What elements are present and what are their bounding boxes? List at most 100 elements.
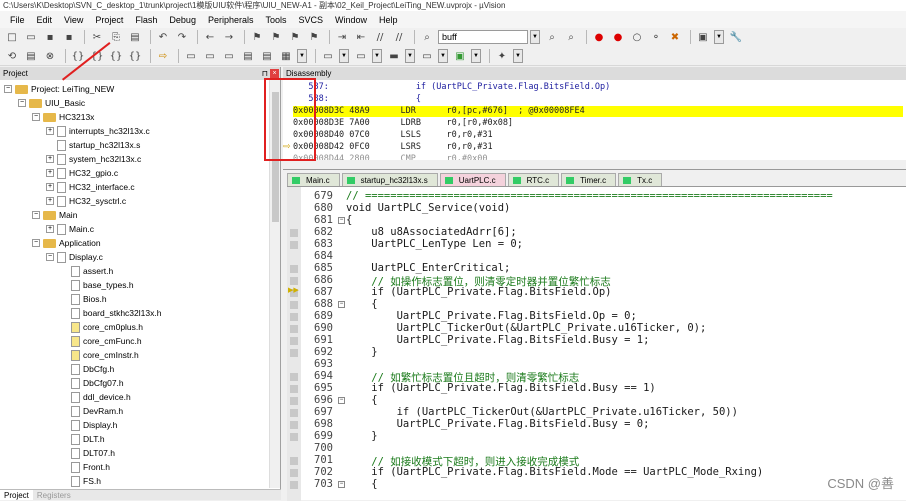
expand-icon[interactable]: + [46, 183, 54, 191]
executable-line-marker[interactable] [290, 409, 298, 417]
executable-line-marker[interactable] [290, 325, 298, 333]
code-line[interactable]: UartPLC_TickerOut(&UartPLC_Private.u16Ti… [346, 322, 706, 334]
registers-window-icon[interactable]: ▤ [240, 49, 256, 64]
fold-icon[interactable]: − [338, 217, 345, 224]
nav-forward-icon[interactable]: → [221, 30, 237, 45]
save-icon[interactable]: ▪ [42, 30, 58, 45]
tree-item[interactable]: −UIU_Basic [18, 96, 85, 110]
executable-line-marker[interactable] [290, 265, 298, 273]
fold-icon[interactable]: − [338, 481, 345, 488]
executable-line-marker[interactable] [290, 241, 298, 249]
tab-project[interactable]: Project [0, 490, 33, 500]
executable-line-marker[interactable] [290, 433, 298, 441]
trace-window-icon[interactable]: ▭ [419, 49, 435, 64]
watch-window-dropdown-icon[interactable]: ▼ [297, 49, 307, 63]
menu-flash[interactable]: Flash [129, 15, 163, 25]
code-line[interactable]: if (UartPLC_TickerOut(&UartPLC_Private.u… [346, 406, 738, 418]
tree-item[interactable]: −Main [32, 208, 77, 222]
breakpoint-enable-icon[interactable]: ○ [629, 30, 645, 45]
memory-window-icon[interactable]: ▭ [320, 49, 336, 64]
expand-icon[interactable]: + [46, 127, 54, 135]
step-out-icon[interactable]: {} [108, 49, 124, 64]
executable-line-marker[interactable] [290, 373, 298, 381]
memory-window-dropdown-icon[interactable]: ▼ [339, 49, 349, 63]
toolbox-dropdown-icon[interactable]: ▼ [513, 49, 523, 63]
tree-item[interactable]: −Application [32, 236, 101, 250]
editor-tab[interactable]: startup_hc32l13x.s [342, 173, 438, 186]
tree-item[interactable]: ddl_device.h [60, 390, 131, 404]
analysis-window-icon[interactable]: ▬ [386, 49, 402, 64]
tree-item[interactable]: DbCfg.h [60, 362, 114, 376]
menu-tools[interactable]: Tools [259, 15, 292, 25]
tree-item[interactable]: core_cm0plus.h [60, 320, 143, 334]
find-in-files-icon[interactable]: ⌕ [419, 30, 435, 45]
menu-debug[interactable]: Debug [163, 15, 202, 25]
code-line[interactable]: if (UartPLC_Private.Flag.BitsField.Mode … [346, 466, 763, 478]
tree-item[interactable]: +interrupts_hc32l13x.c [46, 124, 150, 138]
tree-item[interactable]: core_cmFunc.h [60, 334, 142, 348]
editor-tab[interactable]: Tx.c [618, 173, 662, 186]
symbols-window-icon[interactable]: ▭ [221, 49, 237, 64]
copy-icon[interactable]: ⎘ [108, 30, 124, 45]
executable-line-marker[interactable] [290, 301, 298, 309]
code-line[interactable]: UartPLC_Private.Flag.BitsField.Op = 0; [346, 310, 637, 322]
menu-file[interactable]: File [4, 15, 31, 25]
expand-icon[interactable]: + [46, 197, 54, 205]
executable-line-marker[interactable] [290, 229, 298, 237]
stop-icon[interactable]: ⊗ [42, 49, 58, 64]
collapse-icon[interactable]: − [32, 239, 40, 247]
code-line[interactable]: { [346, 298, 378, 310]
code-line[interactable]: { [346, 214, 352, 226]
tree-item[interactable]: Display.h [60, 418, 117, 432]
analysis-window-dropdown-icon[interactable]: ▼ [405, 49, 415, 63]
code-line[interactable]: u8 u8AssociatedAdrr[6]; [346, 226, 517, 238]
find-dropdown-icon[interactable]: ▼ [530, 30, 540, 44]
collapse-icon[interactable]: − [46, 253, 54, 261]
tab-registers[interactable]: Registers [33, 490, 75, 500]
watch-window-icon[interactable]: ▦ [278, 49, 294, 64]
debug-start-icon[interactable]: ● [591, 30, 607, 45]
executable-line-marker[interactable] [290, 469, 298, 477]
editor-tab[interactable]: UartPLC.c [440, 173, 506, 186]
tree-item[interactable]: core_cmInstr.h [60, 348, 139, 362]
indent-icon[interactable]: ⇥ [334, 30, 350, 45]
executable-line-marker[interactable] [290, 397, 298, 405]
code-line[interactable]: if (UartPLC_Private.Flag.BitsField.Op) [346, 286, 612, 298]
code-line[interactable]: // =====================================… [346, 190, 833, 202]
tree-item[interactable]: DLT.h [60, 432, 105, 446]
disassembly-line[interactable]: 588: { [293, 94, 903, 105]
tree-item[interactable]: −Display.c [46, 250, 103, 264]
code-line[interactable]: { [346, 478, 378, 490]
code-line[interactable]: UartPLC_EnterCritical; [346, 262, 510, 274]
tree-item[interactable]: board_stkhc32l13x.h [60, 306, 161, 320]
collapse-icon[interactable]: − [4, 85, 12, 93]
run-to-cursor-icon[interactable]: {} [127, 49, 143, 64]
tree-item[interactable]: −Project: LeiTing_NEW [4, 82, 114, 96]
bookmark-icon[interactable]: ⚑ [249, 30, 265, 45]
undo-icon[interactable]: ↶ [155, 30, 171, 45]
editor-tab[interactable]: RTC.c [508, 173, 560, 186]
disassembly-line[interactable]: 0x00008D40 07C0 LSLS r0,r0,#31 [293, 130, 903, 141]
tree-item[interactable]: +system_hc32l13x.c [46, 152, 141, 166]
tree-item[interactable]: Bios.h [60, 292, 107, 306]
breakpoint-insert-icon[interactable]: ● [610, 30, 626, 45]
command-window-icon[interactable]: ▭ [183, 49, 199, 64]
executable-line-marker[interactable] [290, 277, 298, 285]
open-file-icon[interactable]: ▭ [23, 30, 39, 45]
tree-item[interactable]: +Main.c [46, 222, 94, 236]
window-layout-dropdown-icon[interactable]: ▼ [714, 30, 724, 44]
show-next-statement-icon[interactable]: ⇨ [155, 49, 171, 64]
disassembly-line[interactable]: 0x00008D42 0FC0 LSRS r0,r0,#31 [293, 142, 903, 153]
collapse-icon[interactable]: − [32, 211, 40, 219]
code-line[interactable]: } [346, 346, 378, 358]
disassembly-window-icon[interactable]: ▭ [202, 49, 218, 64]
executable-line-marker[interactable] [290, 313, 298, 321]
nav-back-icon[interactable]: ← [202, 30, 218, 45]
bookmark-prev-icon[interactable]: ⚑ [268, 30, 284, 45]
menu-project[interactable]: Project [89, 15, 129, 25]
unindent-icon[interactable]: ⇤ [353, 30, 369, 45]
menu-help[interactable]: Help [373, 15, 404, 25]
menu-view[interactable]: View [58, 15, 89, 25]
executable-line-marker[interactable] [290, 421, 298, 429]
code-line[interactable]: UartPLC_Private.Flag.BitsField.Busy = 0; [346, 418, 649, 430]
